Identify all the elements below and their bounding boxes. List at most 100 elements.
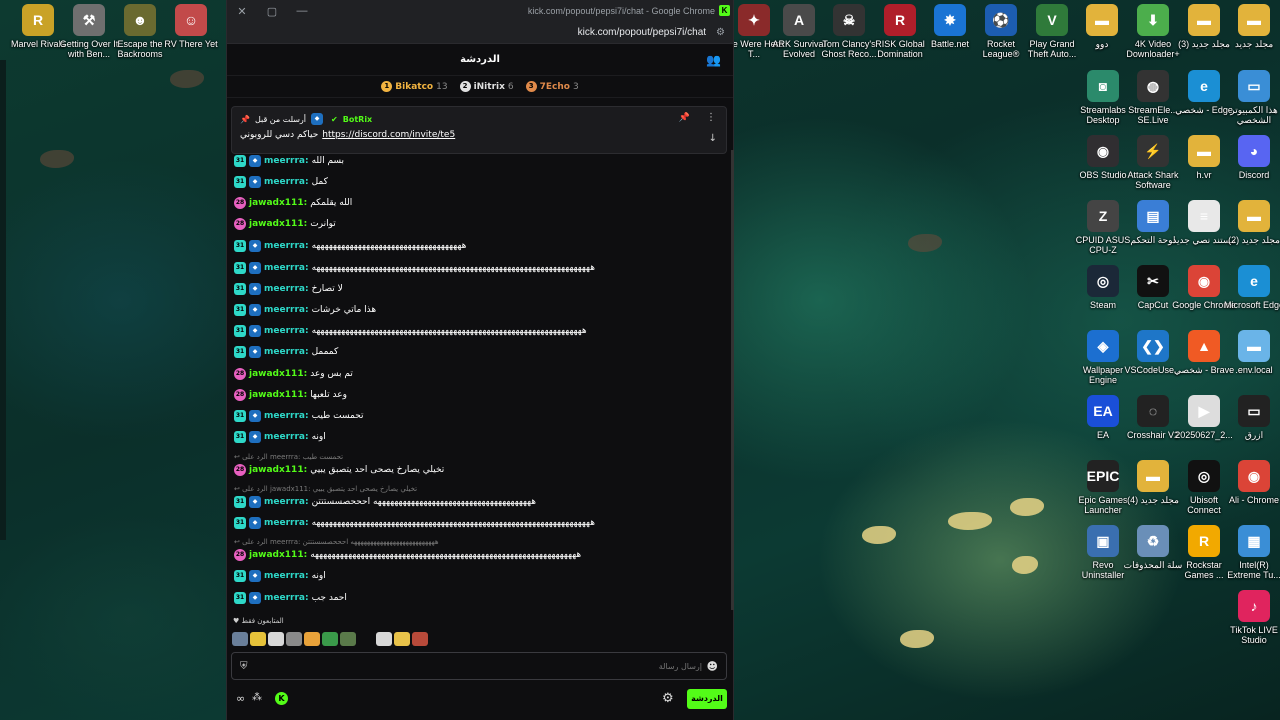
emote-icon[interactable] xyxy=(412,632,428,646)
chat-username[interactable]: meerrra: xyxy=(264,241,309,251)
chat-message[interactable]: 31 ◆ meerrra: ههههههههههههههههههههههههههههه… xyxy=(234,260,595,276)
desktop-shortcut[interactable]: ▦ Intel(R) Extreme Tu... xyxy=(1222,525,1280,580)
emote-icon[interactable] xyxy=(250,632,266,646)
emote-icon[interactable] xyxy=(394,632,410,646)
desktop-shortcut[interactable]: ☺ RV There Yet xyxy=(159,4,223,49)
chat-message[interactable]: 28 jawadx111: الله يقلمكم xyxy=(234,195,352,211)
badges-icon[interactable]: ⁂ xyxy=(252,692,262,703)
level-badge-icon: 28 xyxy=(234,464,246,476)
chat-message[interactable]: 31 ◆ meerrra: بسم الله xyxy=(234,153,344,169)
emote-icon[interactable] xyxy=(376,632,392,646)
emote-icon[interactable] xyxy=(340,632,356,646)
chat-username[interactable]: meerrra: xyxy=(264,571,309,581)
level-badge-icon: 31 xyxy=(234,304,246,316)
leaderboard-entry[interactable]: 3 7Echo 3 xyxy=(525,81,579,92)
emote-icon[interactable] xyxy=(268,632,284,646)
emote-icon[interactable] xyxy=(304,632,320,646)
chat-message[interactable]: 28 jawadx111: توانرت xyxy=(234,216,336,232)
infinity-icon[interactable]: ∞ xyxy=(236,692,245,705)
maximize-icon[interactable]: ▢ xyxy=(257,5,287,18)
chat-message[interactable]: 31 ◆ meerrra: ههههههههههههههههههههههههههههه… xyxy=(234,238,466,254)
chat-username[interactable]: meerrra: xyxy=(264,497,309,507)
desktop-shortcut[interactable]: e Microsoft Edge xyxy=(1222,265,1280,310)
emoji-picker-icon[interactable]: ☻ xyxy=(707,660,718,673)
app-icon: ◈ xyxy=(1087,330,1119,362)
bot-name[interactable]: BotRix xyxy=(343,115,372,124)
chat-username[interactable]: meerrra: xyxy=(264,284,309,294)
chat-message[interactable]: 28 jawadx111: تم بس وعد xyxy=(234,366,353,382)
leaderboard-entry[interactable]: 1 Bikatco 13 xyxy=(381,81,448,92)
subscriber-badge-icon: ◆ xyxy=(249,410,261,422)
chat-message[interactable]: 28 jawadx111: وعد تلعبها xyxy=(234,387,347,403)
shield-icon[interactable]: ⛨ xyxy=(240,661,248,672)
settings-gear-icon[interactable]: ⚙ xyxy=(662,691,674,706)
subscriber-badge-icon: ◆ xyxy=(249,262,261,274)
chat-username[interactable]: jawadx111: xyxy=(249,390,307,400)
site-settings-icon[interactable]: ⚙ xyxy=(716,27,725,38)
desktop-shortcut[interactable]: ▬ .env.local xyxy=(1222,330,1280,375)
send-chat-button[interactable]: الدردشة xyxy=(687,689,727,709)
close-icon[interactable]: ✕ xyxy=(227,5,257,18)
verified-icon: ✔ xyxy=(331,114,338,124)
reply-reference[interactable]: ↩ الرد على meerrra: تحمست طيب xyxy=(234,453,343,463)
users-icon[interactable]: 👥 xyxy=(706,53,721,67)
more-options-icon[interactable]: ⋮ xyxy=(706,112,716,123)
desktop-shortcut[interactable]: ▬ مجلد جديد xyxy=(1222,4,1280,49)
chat-message[interactable]: 31 ◆ meerrra: ههههههههههههههههههههههههههههه… xyxy=(234,323,587,339)
rank-badge-icon: 2 xyxy=(459,81,471,92)
chat-username[interactable]: jawadx111: xyxy=(249,550,307,560)
desktop-shortcut[interactable]: ▭ ازرق xyxy=(1222,395,1280,440)
level-badge-icon: 28 xyxy=(234,549,246,561)
chat-username[interactable]: meerrra: xyxy=(264,326,309,336)
desktop-shortcut[interactable]: ♪ TikTok LIVE Studio xyxy=(1222,590,1280,645)
url-text[interactable]: kick.com/popout/pepsi7i/chat xyxy=(578,27,706,38)
subscriber-badge-icon: ◆ xyxy=(249,304,261,316)
chat-username[interactable]: meerrra: xyxy=(264,156,309,166)
chat-message[interactable]: 31 ◆ meerrra: كمممل xyxy=(234,344,338,360)
expand-arrow-icon[interactable]: ↓ xyxy=(709,133,717,144)
chat-message[interactable]: 31 ◆ meerrra: تحمست طيب xyxy=(234,408,364,424)
chat-scrollbar[interactable] xyxy=(731,150,734,610)
chat-username[interactable]: meerrra: xyxy=(264,432,309,442)
chat-username[interactable]: jawadx111: xyxy=(249,369,307,379)
desktop-shortcut[interactable]: ▭ هذا الكمبيوتر الشخصي xyxy=(1222,70,1280,125)
chat-input-box[interactable]: ⛨ ☻ xyxy=(231,652,727,680)
chat-message[interactable]: 28 jawadx111: هههههههههههههههههههههههههههه… xyxy=(234,547,581,563)
chat-message[interactable]: 31 ◆ meerrra: كمل xyxy=(234,174,328,190)
chat-username[interactable]: meerrra: xyxy=(264,411,309,421)
emote-icon[interactable] xyxy=(232,632,248,646)
chat-message[interactable]: 31 ◆ meerrra: ههههههههههههههههههههههههههههه… xyxy=(234,515,595,531)
chat-username[interactable]: meerrra: xyxy=(264,518,309,528)
chat-message[interactable]: 31 ◆ meerrra: اونه xyxy=(234,429,326,445)
chat-username[interactable]: jawadx111: xyxy=(249,465,307,475)
chat-message[interactable]: 31 ◆ meerrra: احمد جب xyxy=(234,590,347,606)
chat-username[interactable]: meerrra: xyxy=(264,593,309,603)
leaderboard-entry[interactable]: 2 iNitrix 6 xyxy=(459,81,514,92)
chat-message[interactable]: 31 ◆ meerrra: ههههههههههههههههههههههههههههه… xyxy=(234,494,536,510)
kick-coin-icon[interactable]: K xyxy=(275,692,288,705)
chat-message[interactable]: 31 ◆ meerrra: هذا ماتي خرشات xyxy=(234,302,376,318)
emote-icon[interactable] xyxy=(286,632,302,646)
desktop-shortcut[interactable]: ◕ Discord xyxy=(1222,135,1280,180)
address-bar[interactable]: kick.com/popout/pepsi7i/chat ⚙ xyxy=(227,22,733,44)
pinned-link[interactable]: https://discord.com/invite/te5 xyxy=(322,130,455,140)
app-icon: ✂ xyxy=(1137,265,1169,297)
chat-username[interactable]: jawadx111: xyxy=(249,219,307,229)
chat-username[interactable]: meerrra: xyxy=(264,305,309,315)
chat-username[interactable]: jawadx111: xyxy=(249,198,307,208)
chat-username[interactable]: meerrra: xyxy=(264,263,309,273)
app-icon: e xyxy=(1188,70,1220,102)
emote-icon[interactable] xyxy=(322,632,338,646)
chat-message[interactable]: 31 ◆ meerrra: لا تصارخ xyxy=(234,281,343,297)
desktop-shortcut[interactable]: ◉ Ali - Chrome xyxy=(1222,460,1280,505)
reply-reference[interactable]: ↩ الرد على jawadx111: تخيلي يصارخ يصحى ا… xyxy=(234,485,417,495)
reply-reference[interactable]: ↩ الرد على meerrra: هههههههههههههههههههه… xyxy=(234,538,439,548)
desktop-shortcut[interactable]: ▬ مجلد جديد (2) xyxy=(1222,200,1280,245)
chat-username[interactable]: meerrra: xyxy=(264,177,309,187)
chat-message[interactable]: 31 ◆ meerrra: اونه xyxy=(234,568,326,584)
chat-username[interactable]: meerrra: xyxy=(264,347,309,357)
pin-icon[interactable]: 📌 xyxy=(679,113,690,123)
minimize-icon[interactable]: — xyxy=(287,5,317,17)
message-input[interactable] xyxy=(258,659,702,673)
chat-message[interactable]: 28 jawadx111: تخيلي يصارخ يصحى احد يتصبق ي… xyxy=(234,462,444,478)
